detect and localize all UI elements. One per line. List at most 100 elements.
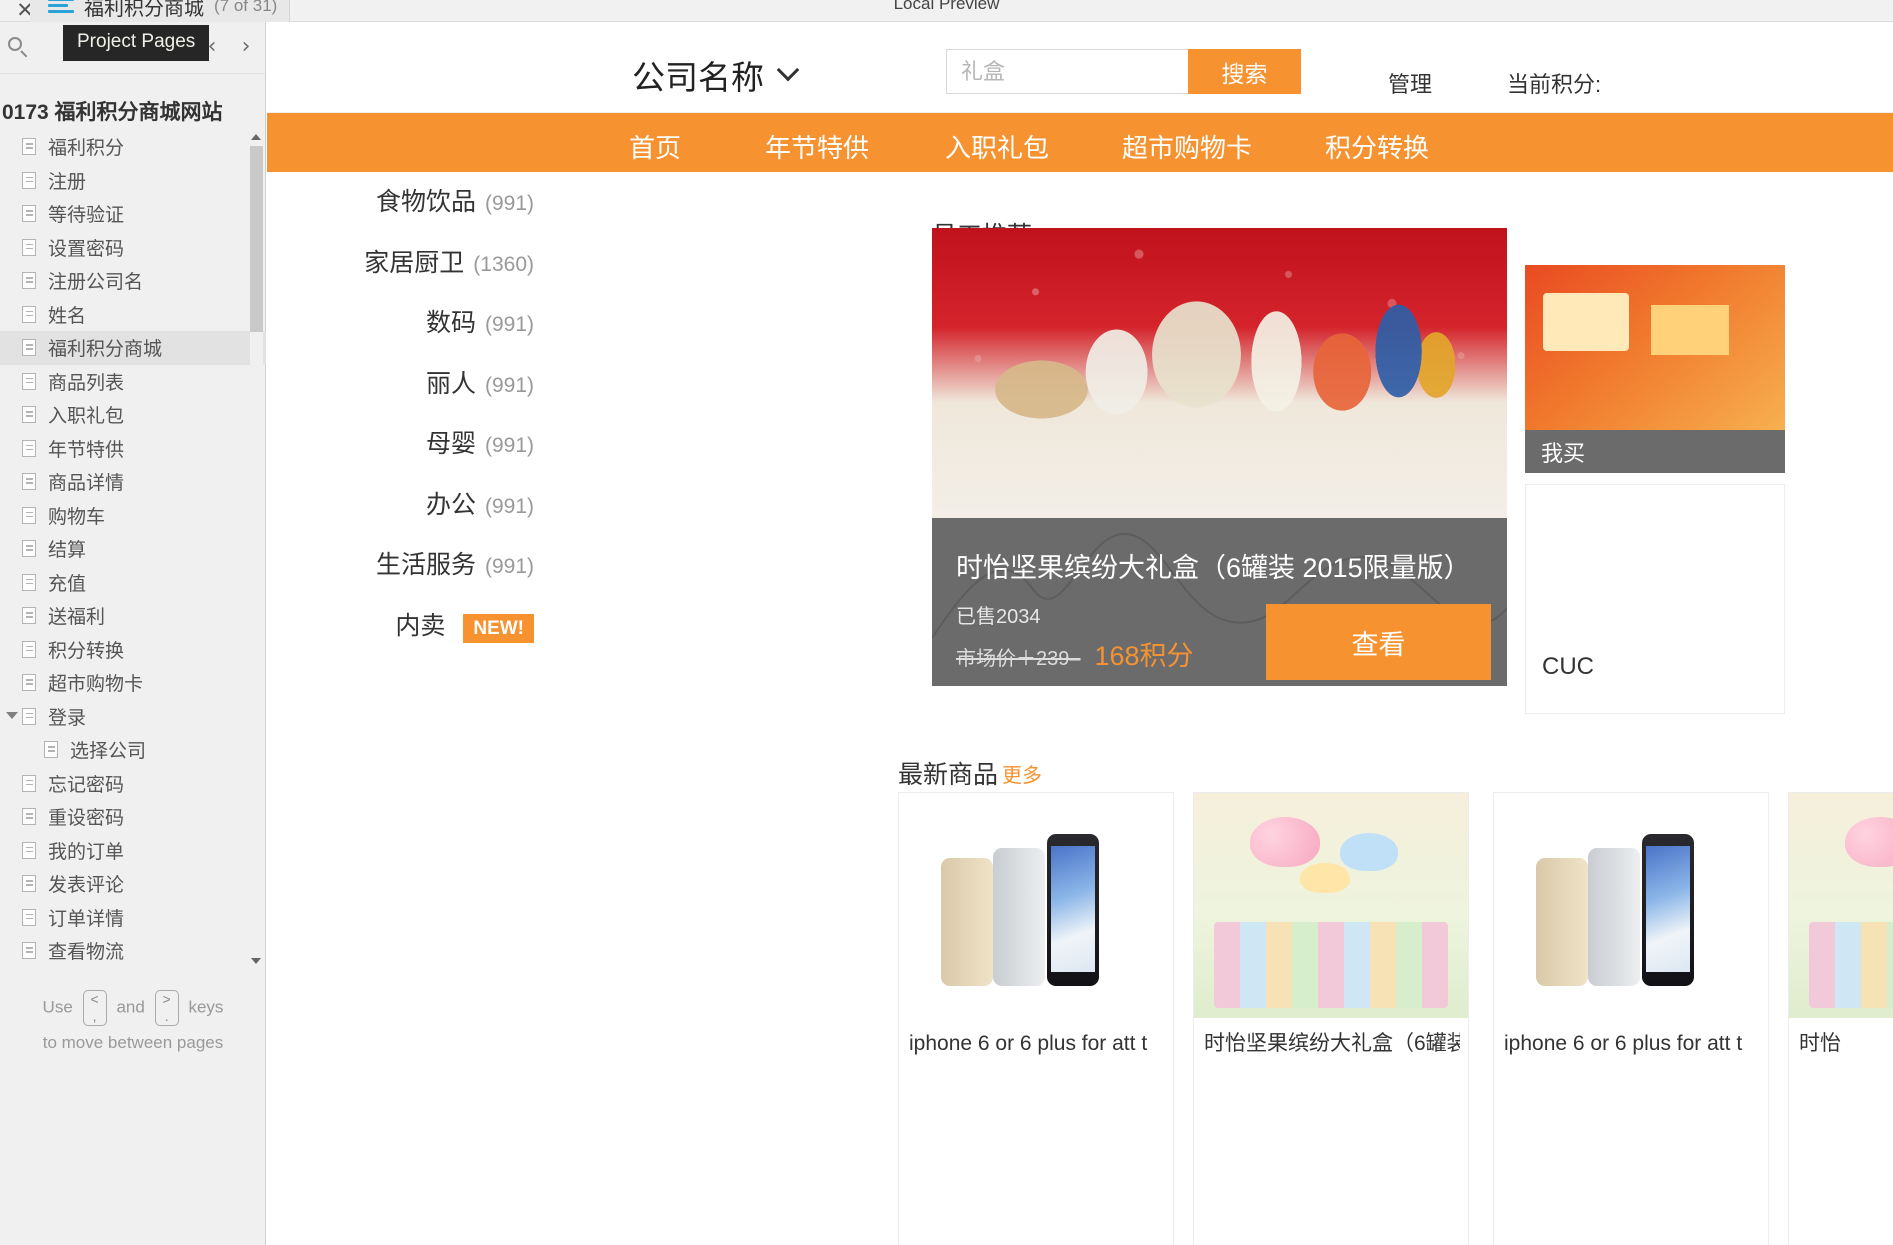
category-name: 食物饮品 bbox=[375, 188, 476, 216]
page-document-icon bbox=[22, 808, 36, 826]
sidebar: ‹ › 0173 福利积分商城网站 福利积分 注册 等待验证 设置密码 注册公司名 姓名福… bbox=[0, 22, 266, 1245]
page-tree[interactable]: 福利积分 注册 等待验证 设置密码 注册公司名 姓名福利积分商城商品列表 入职礼包 年节特供商… bbox=[0, 130, 266, 968]
company-name-dropdown[interactable]: 公司名称 bbox=[632, 51, 800, 99]
page-tree-item[interactable]: 登录 bbox=[0, 700, 266, 734]
search-button[interactable]: 搜索 bbox=[1188, 49, 1301, 94]
page-document-icon bbox=[22, 473, 36, 491]
view-product-button[interactable]: 查看 bbox=[1266, 604, 1491, 680]
page-document-icon bbox=[22, 841, 36, 859]
new-badge: NEW! bbox=[463, 613, 534, 644]
hamburger-menu-icon[interactable] bbox=[48, 0, 74, 15]
category-row[interactable]: 生活服务 (991) bbox=[267, 545, 767, 606]
page-document-icon bbox=[22, 305, 36, 323]
latest-more-link[interactable]: 更多 bbox=[1002, 759, 1042, 788]
hint-and-label: and bbox=[116, 997, 145, 1017]
page-tree-item[interactable]: 姓名 bbox=[0, 298, 266, 332]
page-tree-item[interactable]: 超市购物卡 bbox=[0, 666, 266, 700]
page-tree-item[interactable]: 年节特供 bbox=[0, 432, 266, 466]
page-tree-item[interactable]: 选择公司 bbox=[0, 733, 266, 767]
product-name: iphone 6 or 6 plus for att t bbox=[1504, 1032, 1743, 1055]
page-tree-item-label: 发表评论 bbox=[48, 875, 125, 897]
category-count: (991) bbox=[484, 434, 534, 457]
search-input[interactable] bbox=[946, 49, 1188, 94]
page-tree-item[interactable]: 等待验证 bbox=[0, 197, 266, 231]
current-points-label[interactable]: 当前积分: bbox=[1507, 67, 1601, 99]
category-row[interactable]: 家居厨卫 (1360) bbox=[267, 243, 767, 304]
category-row[interactable]: 丽人 (991) bbox=[267, 364, 767, 425]
category-name: 办公 bbox=[425, 490, 476, 519]
nav-item[interactable]: 积分转换 bbox=[1325, 128, 1429, 165]
scroll-up-icon[interactable] bbox=[250, 130, 263, 144]
page-tree-item[interactable]: 注册公司名 bbox=[0, 264, 266, 298]
page-tree-item-label: 福利积分商城 bbox=[48, 339, 163, 361]
page-tree-item[interactable]: 福利积分 bbox=[0, 130, 266, 164]
page-tree-item[interactable]: 充值 bbox=[0, 566, 266, 600]
rail-promo-button[interactable]: 我买 bbox=[1525, 430, 1785, 473]
recommended-product-caption: 时怡坚果缤纷大礼盒（6罐装 2015限量版） 已售2034 市场价＋239– 1… bbox=[932, 518, 1507, 686]
tab-title: 福利积分商城 bbox=[84, 0, 204, 20]
page-tree-item[interactable]: 注册 bbox=[0, 164, 266, 198]
page-document-icon bbox=[22, 540, 36, 558]
page-tree-item[interactable]: 购物车 bbox=[0, 499, 266, 533]
page-tree-item[interactable]: 查看物流 bbox=[0, 934, 266, 968]
page-tree-item[interactable]: 我的订单 bbox=[0, 834, 266, 868]
next-page-button[interactable]: › bbox=[236, 34, 256, 59]
chevron-down-icon[interactable] bbox=[776, 58, 800, 82]
project-tab[interactable]: 福利积分商城 (7 of 31) bbox=[30, 0, 290, 22]
rail-promo-card[interactable]: 我买 bbox=[1525, 265, 1785, 473]
page-tree-item[interactable]: 入职礼包 bbox=[0, 398, 266, 432]
manage-link[interactable]: 管理 bbox=[1388, 67, 1432, 99]
page-document-icon bbox=[22, 272, 36, 290]
site-navigation[interactable]: 首页 年节特供 入职礼包 超市购物卡 积分转换 bbox=[267, 113, 1893, 172]
recommended-product-banner[interactable]: 时怡坚果缤纷大礼盒（6罐装 2015限量版） 已售2034 市场价＋239– 1… bbox=[932, 228, 1507, 686]
rail-secondary-card[interactable]: CUC bbox=[1525, 484, 1785, 714]
category-name: 数码 bbox=[425, 309, 476, 337]
category-row[interactable]: 内卖 NEW! bbox=[267, 606, 767, 667]
nav-item[interactable]: 年节特供 bbox=[765, 128, 869, 165]
page-tree-item[interactable]: 结算 bbox=[0, 532, 266, 566]
category-count: (991) bbox=[484, 555, 534, 578]
page-tree-item[interactable]: 重设密码 bbox=[0, 800, 266, 834]
site-preview-frame: 公司名称 搜索 管理 当前积分: 首页 年节特供 入职礼包 超市购物卡 积分转换 食物饮… bbox=[267, 22, 1893, 1245]
product-card[interactable]: 时怡坚果缤纷大礼盒（6罐装 bbox=[1193, 792, 1469, 1245]
search-bar[interactable]: 搜索 bbox=[946, 49, 1301, 94]
category-row[interactable]: 母婴 (991) bbox=[267, 424, 767, 485]
category-count: (991) bbox=[484, 373, 534, 397]
category-row[interactable]: 办公 (991) bbox=[267, 485, 767, 546]
page-tree-item[interactable]: 送福利 bbox=[0, 599, 266, 633]
page-document-icon bbox=[22, 607, 36, 625]
page-tree-item[interactable]: 商品列表 bbox=[0, 365, 266, 399]
product-name: 时怡 bbox=[1799, 1032, 1841, 1055]
page-tree-item[interactable]: 发表评论 bbox=[0, 867, 266, 901]
iphone-illustration-icon bbox=[931, 826, 1141, 986]
nav-item[interactable]: 首页 bbox=[629, 128, 681, 165]
category-row[interactable]: 数码 (991) bbox=[267, 303, 767, 364]
page-tree-item[interactable]: 设置密码 bbox=[0, 231, 266, 265]
page-tree-item[interactable]: 福利积分商城 bbox=[0, 331, 266, 365]
company-name-label: 公司名称 bbox=[632, 59, 764, 96]
page-tree-item-label: 结算 bbox=[48, 540, 87, 562]
hint-use-label: Use bbox=[42, 997, 73, 1017]
page-document-icon bbox=[22, 506, 36, 524]
page-document-icon bbox=[22, 774, 36, 792]
scroll-down-icon[interactable] bbox=[250, 954, 263, 968]
hint-keys-label: keys bbox=[188, 997, 224, 1017]
category-list[interactable]: 食物饮品 (991) 家居厨卫 (1360) 数码 (991) 丽人 (991) 母婴 (991)… bbox=[267, 182, 767, 666]
nav-item[interactable]: 入职礼包 bbox=[945, 128, 1049, 165]
page-navigation-arrows[interactable]: ‹ › bbox=[202, 34, 256, 59]
page-tree-item[interactable]: 商品详情 bbox=[0, 465, 266, 499]
category-row[interactable]: 食物饮品 (991) bbox=[267, 182, 767, 243]
page-tree-item[interactable]: 积分转换 bbox=[0, 633, 266, 667]
page-tree-item[interactable]: 订单详情 bbox=[0, 901, 266, 935]
nav-item[interactable]: 超市购物卡 bbox=[1122, 128, 1252, 165]
expand-triangle-icon[interactable] bbox=[6, 711, 18, 719]
tab-page-count: (7 of 31) bbox=[214, 0, 278, 15]
sidebar-scrollbar-thumb[interactable] bbox=[250, 146, 263, 332]
recommended-product-sold: 已售2034 bbox=[956, 606, 1041, 628]
product-card[interactable]: iphone 6 or 6 plus for att t bbox=[898, 792, 1174, 1245]
search-icon[interactable] bbox=[8, 37, 28, 58]
product-card[interactable]: iphone 6 or 6 plus for att t bbox=[1493, 792, 1769, 1245]
page-tree-item-label: 查看物流 bbox=[48, 942, 125, 964]
product-card[interactable]: 时怡 bbox=[1788, 792, 1893, 1245]
page-tree-item[interactable]: 忘记密码 bbox=[0, 767, 266, 801]
